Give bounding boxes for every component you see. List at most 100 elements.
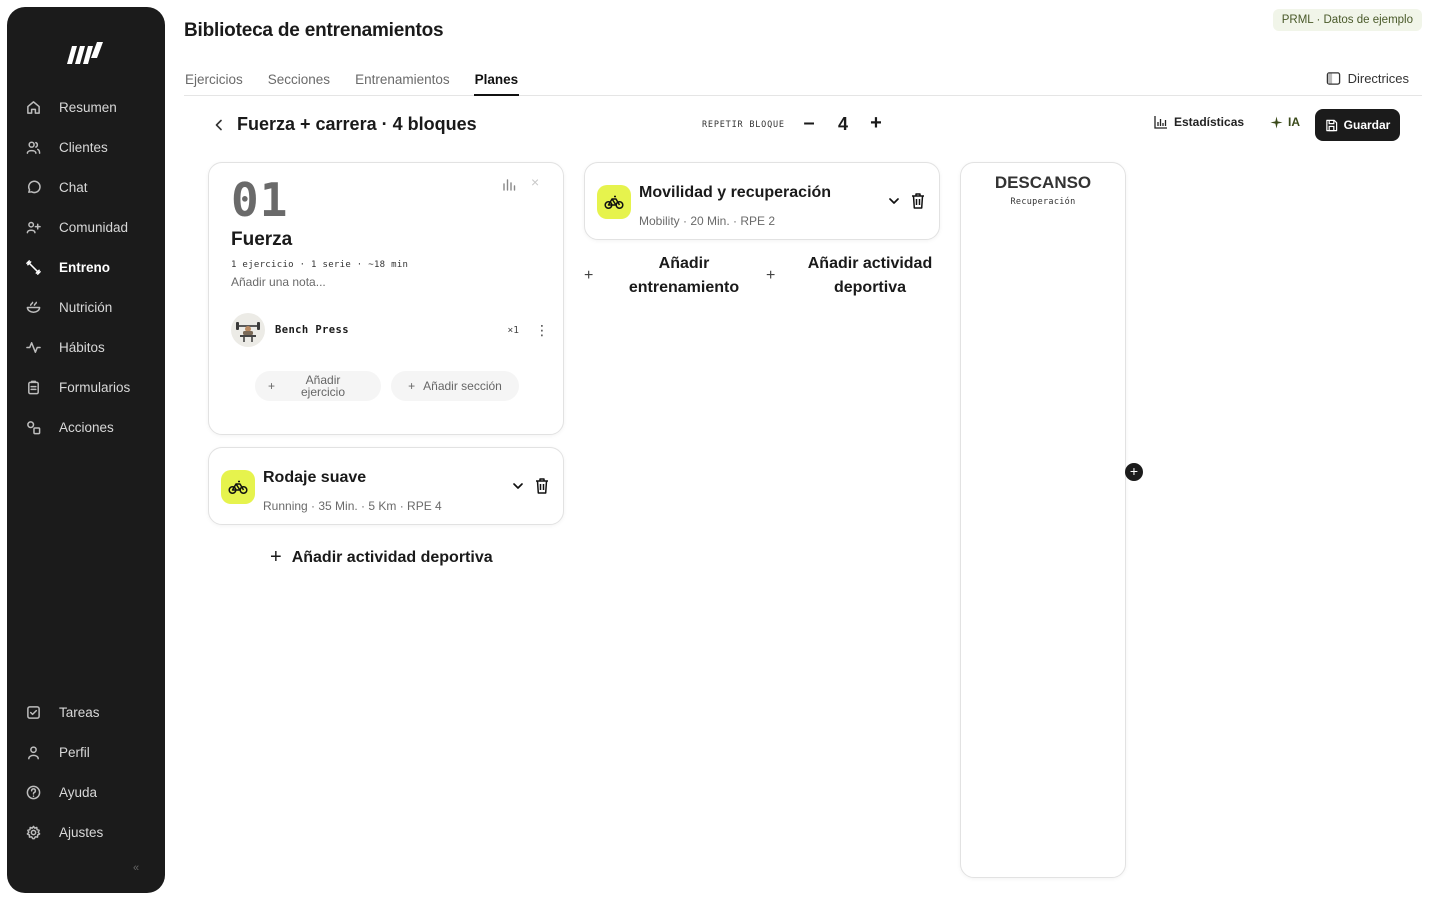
shapes-icon xyxy=(25,419,41,435)
activity-title: Rodaje suave xyxy=(263,469,367,486)
trash-icon[interactable] xyxy=(910,192,926,210)
sidebar-bottom-nav: Tareas Perfil Ayuda Ajustes xyxy=(7,692,165,852)
bar-chart-icon xyxy=(503,179,516,191)
panel-icon xyxy=(1326,72,1340,85)
exercise-thumbnail xyxy=(231,313,265,347)
save-icon xyxy=(1325,119,1337,131)
activity-subtitle: Running · 35 Min. · 5 Km · RPE 4 xyxy=(263,499,442,513)
add-section-button[interactable]: + Añadir sección xyxy=(391,371,519,401)
directrices-button[interactable]: Directrices xyxy=(1326,71,1409,86)
trash-icon[interactable] xyxy=(534,477,550,495)
sidebar-item-entreno[interactable]: Entreno xyxy=(0,247,165,287)
exercise-row[interactable]: Bench Press ×1 ⋮ xyxy=(231,313,549,347)
decrement-repeat-button[interactable]: – xyxy=(799,112,819,138)
sidebar-item-label: Ajustes xyxy=(59,824,104,840)
exercise-name: Bench Press xyxy=(275,324,349,336)
statistics-label: Estadísticas xyxy=(1174,115,1245,129)
save-label: Guardar xyxy=(1343,118,1391,132)
sidebar: Resumen Clientes Chat Comunidad Entreno … xyxy=(0,7,165,893)
block-number: 01 xyxy=(231,173,289,227)
bicycle-icon xyxy=(221,470,255,504)
clipboard-icon xyxy=(25,379,41,395)
user-icon xyxy=(25,744,41,760)
add-exercise-button[interactable]: + Añadir ejercicio xyxy=(255,371,381,401)
sidebar-item-clientes[interactable]: Clientes xyxy=(7,127,165,167)
activity-subtitle: Mobility · 20 Min. · RPE 2 xyxy=(639,214,776,228)
add-training-label: Añadir entrenamiento xyxy=(628,255,740,296)
activity-card-rodaje[interactable]: Rodaje suave Running · 35 Min. · 5 Km · … xyxy=(208,447,564,525)
activity-title: Movilidad y recuperación xyxy=(639,184,832,201)
sidebar-item-label: Nutrición xyxy=(59,299,113,315)
increment-repeat-button[interactable]: + xyxy=(866,112,886,138)
sidebar-item-ajustes[interactable]: Ajustes xyxy=(7,812,165,852)
add-sport-activity-label: Añadir actividad deportiva xyxy=(807,255,933,296)
add-sport-activity-button[interactable]: + Añadir actividad deportiva xyxy=(270,546,493,569)
bar-chart-icon xyxy=(1154,116,1167,129)
sidebar-item-resumen[interactable]: Resumen xyxy=(7,87,165,127)
tab-planes[interactable]: Planes xyxy=(473,68,520,96)
add-section-label: Añadir sección xyxy=(423,379,502,393)
sidebar-item-label: Perfil xyxy=(59,744,90,760)
add-sport-activity-label: Añadir actividad deportiva xyxy=(291,548,493,566)
rest-card: DESCANSO Recuperación xyxy=(960,162,1126,878)
back-button[interactable] xyxy=(214,116,228,134)
library-tabs: Ejercicios Secciones Entrenamientos Plan… xyxy=(184,68,1422,96)
repeat-block-label: REPETIR BLOQUE xyxy=(702,120,785,130)
save-button[interactable]: Guardar xyxy=(1315,109,1400,141)
sidebar-item-nutricion[interactable]: Nutrición xyxy=(7,287,165,327)
collapse-sidebar-button[interactable]: « xyxy=(133,862,139,874)
chevron-down-icon[interactable] xyxy=(511,479,525,493)
ai-button[interactable]: IA xyxy=(1270,115,1300,129)
sidebar-item-label: Resumen xyxy=(59,99,117,115)
sidebar-item-label: Chat xyxy=(59,179,88,195)
block-stats-button[interactable] xyxy=(501,177,517,193)
ai-label: IA xyxy=(1288,115,1300,129)
bench-press-icon xyxy=(236,322,260,342)
tab-ejercicios[interactable]: Ejercicios xyxy=(184,68,244,96)
bowl-icon xyxy=(25,299,41,315)
plus-icon: + xyxy=(270,546,282,568)
sidebar-item-label: Hábitos xyxy=(59,339,105,355)
home-icon xyxy=(25,99,41,115)
sidebar-item-ayuda[interactable]: Ayuda xyxy=(7,772,165,812)
block-card: 01 × Fuerza 1 ejercicio · 1 serie · ~18 … xyxy=(208,162,564,435)
rest-title: DESCANSO xyxy=(994,173,1092,192)
sample-data-badge: PRML · Datos de ejemplo xyxy=(1272,9,1422,31)
directrices-label: Directrices xyxy=(1347,71,1409,86)
add-sport-activity-button-2[interactable]: + Añadir actividad deportiva xyxy=(766,252,940,300)
sidebar-item-tareas[interactable]: Tareas xyxy=(7,692,165,732)
close-icon[interactable]: × xyxy=(531,174,539,190)
add-exercise-label: Añadir ejercicio xyxy=(301,373,346,399)
plan-title: Fuerza + carrera · 4 bloques xyxy=(237,114,477,134)
sidebar-item-habitos[interactable]: Hábitos xyxy=(7,327,165,367)
sidebar-item-label: Tareas xyxy=(59,704,100,720)
sidebar-item-comunidad[interactable]: Comunidad xyxy=(7,207,165,247)
help-icon xyxy=(25,784,41,800)
sidebar-item-formularios[interactable]: Formularios xyxy=(7,367,165,407)
tab-entrenamientos[interactable]: Entrenamientos xyxy=(354,68,451,96)
plus-icon: + xyxy=(268,379,276,393)
sidebar-item-chat[interactable]: Chat xyxy=(7,167,165,207)
exercise-series-count: ×1 xyxy=(507,324,519,336)
users-icon xyxy=(25,139,41,155)
logo-icon xyxy=(67,42,103,64)
sparkle-icon xyxy=(1270,115,1283,129)
sidebar-item-label: Clientes xyxy=(59,139,108,155)
sidebar-item-acciones[interactable]: Acciones xyxy=(7,407,165,447)
tab-secciones[interactable]: Secciones xyxy=(267,68,331,96)
chat-icon xyxy=(25,179,41,195)
brand-logo[interactable] xyxy=(7,35,165,71)
sidebar-item-perfil[interactable]: Perfil xyxy=(7,732,165,772)
more-options-icon[interactable]: ⋮ xyxy=(535,322,549,339)
block-meta: 1 ejercicio · 1 serie · ~18 min xyxy=(231,260,409,270)
add-block-button[interactable]: + xyxy=(1125,463,1143,481)
sidebar-item-label: Formularios xyxy=(59,379,131,395)
statistics-button[interactable]: Estadísticas xyxy=(1154,115,1244,129)
block-note-input[interactable]: Añadir una nota... xyxy=(231,275,326,289)
plus-icon: + xyxy=(584,267,594,284)
activity-card-movilidad[interactable]: Movilidad y recuperación Mobility · 20 M… xyxy=(584,162,940,240)
add-training-button[interactable]: + Añadir entrenamiento xyxy=(584,252,754,300)
plus-icon: + xyxy=(766,267,776,284)
activity-icon xyxy=(25,339,41,355)
chevron-down-icon[interactable] xyxy=(887,194,901,208)
